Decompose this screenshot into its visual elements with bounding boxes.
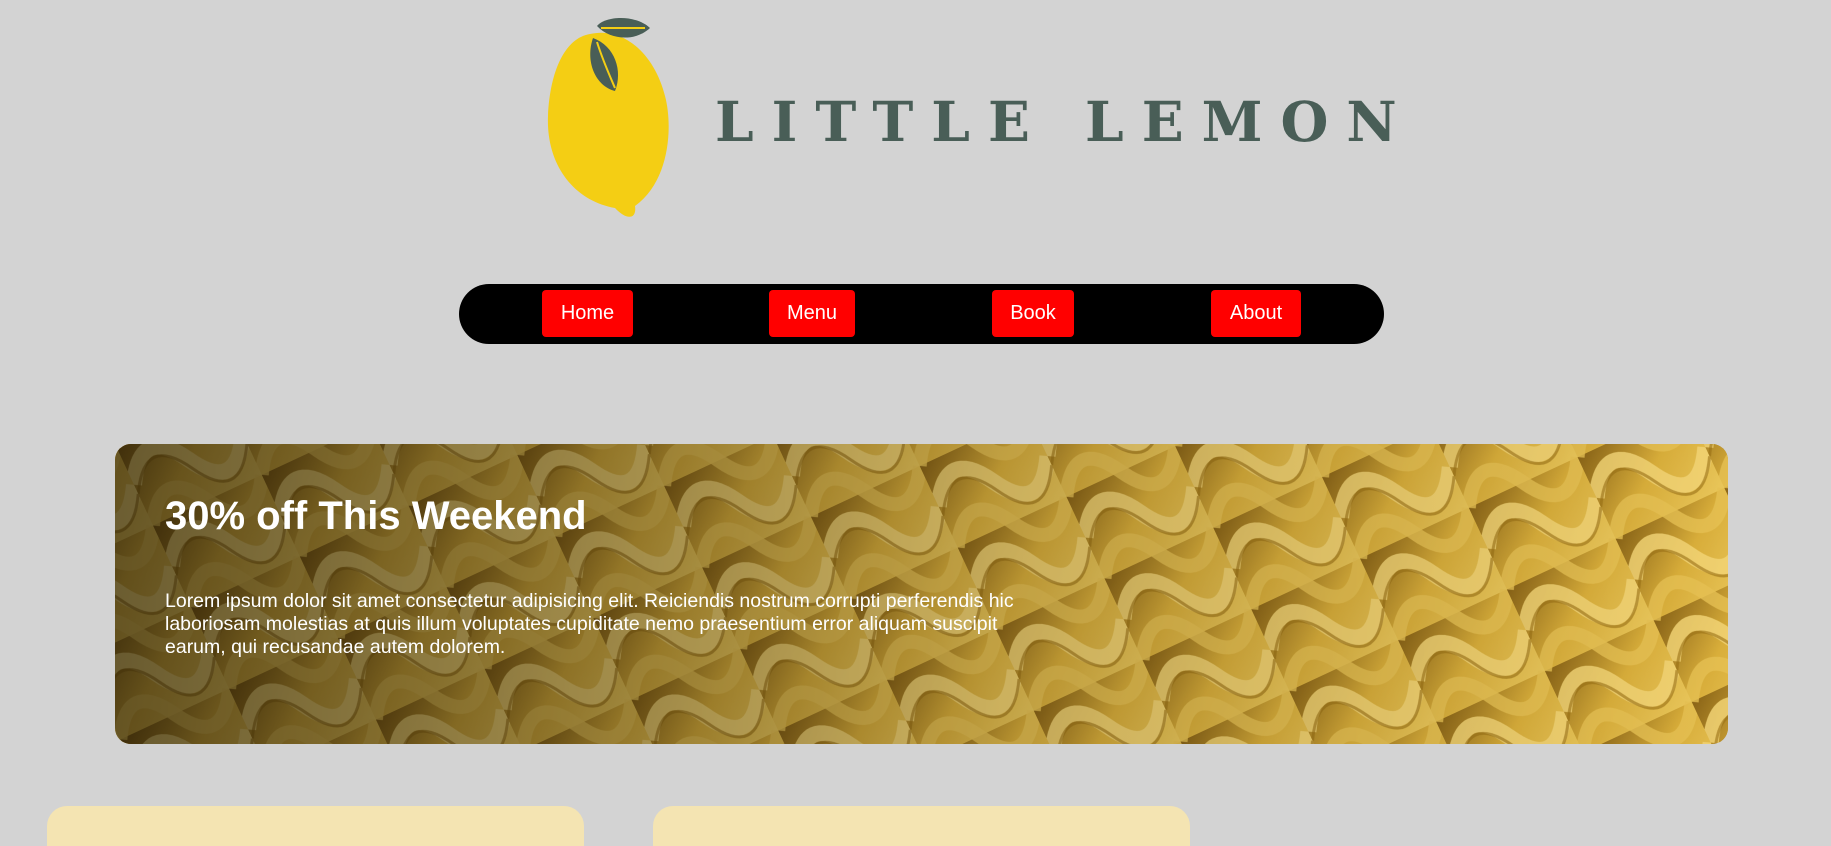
- site-logo: LITTLE LEMON: [545, 16, 1397, 222]
- nav-book-button[interactable]: Book: [992, 290, 1074, 337]
- card: [47, 806, 584, 846]
- promo-description: Lorem ipsum dolor sit amet consectetur a…: [165, 590, 1014, 658]
- brand-name: LITTLE LEMON: [715, 89, 1415, 154]
- nav-menu-button[interactable]: Menu: [769, 290, 855, 337]
- lemon-icon: [547, 18, 669, 217]
- nav-about-button[interactable]: About: [1211, 290, 1301, 337]
- nav-home-button[interactable]: Home: [542, 290, 633, 337]
- card: [653, 806, 1190, 846]
- promo-title: 30% off This Weekend: [165, 494, 587, 538]
- promo-banner: 30% off This Weekend Lorem ipsum dolor s…: [115, 444, 1728, 744]
- main-nav: Home Menu Book About: [459, 284, 1384, 344]
